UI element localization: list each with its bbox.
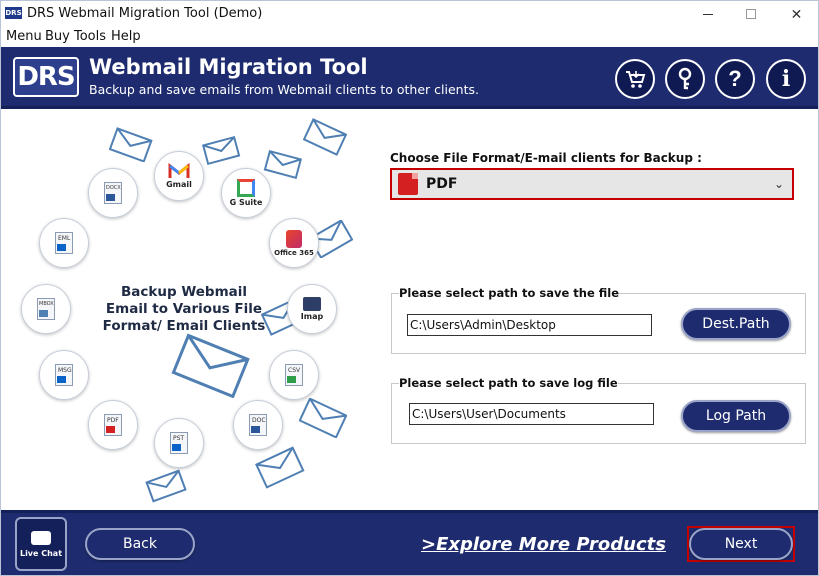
log-path-button[interactable]: Log Path [681, 400, 791, 432]
illustration: Gmail G Suite Office 365 Imap CSV DOC PS… [11, 112, 361, 510]
envelope-icon [201, 135, 241, 166]
close-icon: ✕ [790, 5, 803, 22]
envelope-icon [263, 149, 303, 180]
pdf-file-icon: PDF [104, 414, 122, 436]
mbox-badge: MBOX [21, 284, 71, 334]
menu-bar: Menu Buy Tools Help [1, 27, 818, 47]
main-panel: Gmail G Suite Office 365 Imap CSV DOC PS… [1, 112, 818, 510]
doc-badge: DOC [233, 400, 283, 450]
options-panel: Choose File Format/E-mail clients for Ba… [386, 112, 816, 510]
save-path-input[interactable]: C:\Users\Admin\Desktop [407, 314, 652, 336]
next-button[interactable]: Next [689, 528, 793, 560]
envelope-icon [255, 446, 305, 489]
title-bar: DRS DRS Webmail Migration Tool (Demo) ✕ [1, 1, 818, 27]
pst-badge: PST [154, 418, 204, 468]
minimize-icon [702, 13, 713, 15]
imap-badge: Imap [287, 284, 337, 334]
envelope-icon [145, 469, 187, 503]
footer-bar: Live Chat Back >Explore More Products Ne… [1, 510, 818, 575]
app-window: DRS DRS Webmail Migration Tool (Demo) ✕ … [0, 0, 819, 576]
app-subtitle: Backup and save emails from Webmail clie… [89, 82, 479, 97]
eml-badge: EML [39, 218, 89, 268]
app-title: Webmail Migration Tool [89, 55, 368, 79]
back-button[interactable]: Back [85, 528, 195, 560]
live-chat-label: Live Chat [19, 548, 63, 558]
menu-item-buy[interactable]: Buy [45, 29, 70, 44]
envelope-icon [303, 118, 347, 156]
docx-file-icon: DOCX [104, 182, 122, 204]
log-path-group: Please select path to save log file C:\U… [391, 376, 806, 444]
msg-badge: MSG [39, 350, 89, 400]
app-badge-icon: DRS [5, 7, 22, 19]
envelope-icon [299, 398, 347, 438]
format-dropdown[interactable]: PDF ⌄ [390, 168, 794, 200]
minimize-button[interactable] [685, 1, 730, 27]
dest-path-button[interactable]: Dest.Path [681, 308, 791, 340]
explore-products-link[interactable]: >Explore More Products [421, 534, 666, 555]
info-icon: i [781, 66, 791, 92]
save-path-label: Please select path to save the file [399, 286, 620, 300]
info-button[interactable]: i [766, 59, 806, 99]
buy-cart-button[interactable] [615, 59, 655, 99]
log-path-input[interactable]: C:\Users\User\Documents [409, 403, 654, 425]
envelope-icon [171, 333, 250, 398]
gmail-badge: Gmail [154, 151, 204, 201]
pst-file-icon: PST [170, 432, 188, 454]
format-label: Choose File Format/E-mail clients for Ba… [390, 151, 702, 165]
office365-icon [286, 229, 302, 248]
next-button-highlight: Next [687, 526, 795, 562]
eml-file-icon: EML [55, 232, 73, 254]
mbox-file-icon: MBOX [37, 298, 55, 320]
maximize-icon [745, 9, 756, 19]
window-title: DRS Webmail Migration Tool (Demo) [27, 6, 263, 21]
docx-badge: DOCX [88, 168, 138, 218]
menu-item-menu[interactable]: Menu [6, 29, 42, 44]
office365-badge: Office 365 [269, 218, 319, 268]
app-header: DRS Webmail Migration Tool Backup and sa… [1, 47, 818, 109]
msg-file-icon: MSG [55, 364, 73, 386]
help-icon: ? [728, 66, 742, 91]
pdf-badge: PDF [88, 400, 138, 450]
format-selected-value: PDF [426, 176, 458, 192]
pdf-icon [398, 173, 418, 195]
drs-logo: DRS [13, 57, 79, 97]
maximize-button[interactable] [728, 1, 773, 27]
csv-badge: CSV [269, 350, 319, 400]
close-button[interactable]: ✕ [774, 1, 818, 27]
live-chat-button[interactable]: Live Chat [15, 517, 67, 571]
envelope-icon [109, 127, 153, 162]
activate-key-button[interactable] [665, 59, 705, 99]
illustration-caption: Backup Webmail Email to Various File For… [102, 284, 266, 334]
log-path-label: Please select path to save log file [399, 376, 618, 390]
gsuite-icon [237, 179, 255, 197]
gsuite-badge: G Suite [221, 168, 271, 218]
help-button[interactable]: ? [715, 59, 755, 99]
doc-file-icon: DOC [249, 414, 267, 436]
gmail-icon [168, 163, 190, 178]
chevron-down-icon: ⌄ [773, 177, 784, 191]
menu-item-help[interactable]: Help [111, 29, 141, 44]
save-path-group: Please select path to save the file C:\U… [391, 286, 806, 354]
imap-icon [303, 297, 321, 311]
key-icon [678, 67, 692, 90]
menu-item-tools[interactable]: Tools [74, 29, 106, 44]
csv-file-icon: CSV [285, 364, 303, 386]
chat-bubble-icon [31, 530, 51, 545]
cart-icon [626, 71, 646, 88]
